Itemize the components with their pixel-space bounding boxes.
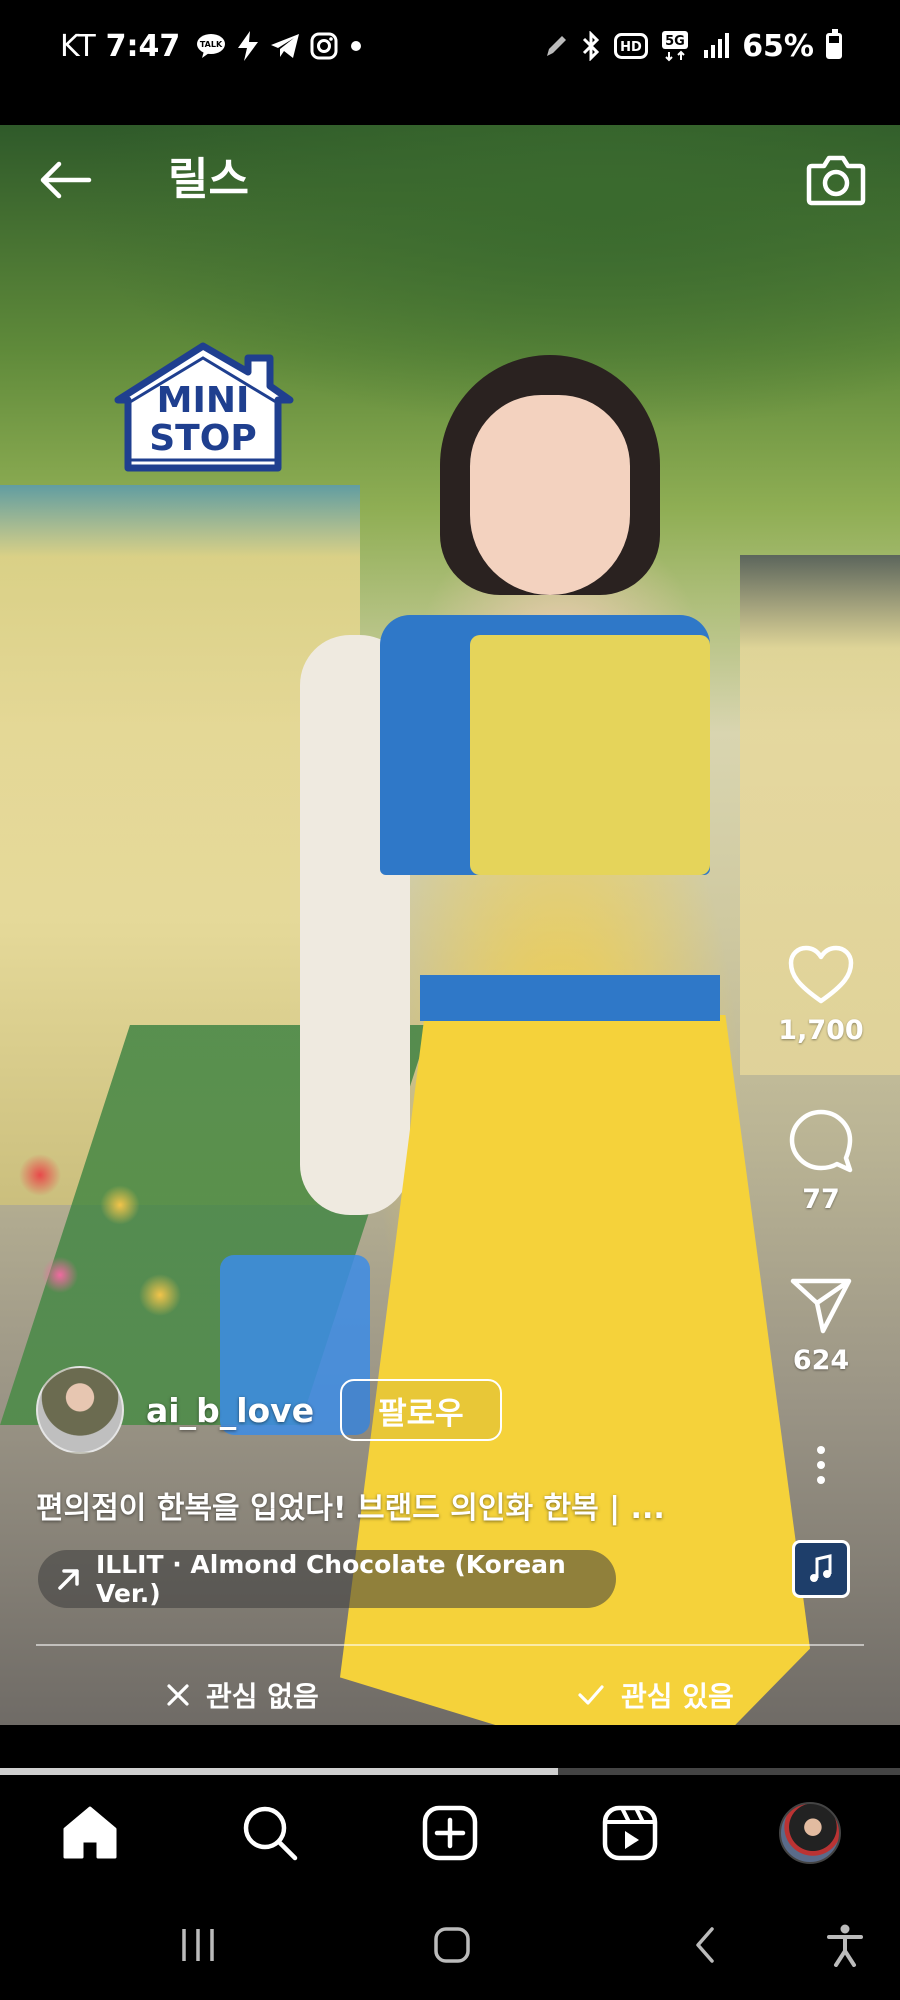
author-avatar[interactable] <box>36 1366 124 1454</box>
close-icon <box>167 1684 189 1706</box>
author-row: ai_b_love 팔로우 <box>36 1365 502 1455</box>
back-button[interactable] <box>30 145 100 215</box>
accessibility-button[interactable] <box>810 1910 880 1980</box>
instagram-icon <box>310 32 338 60</box>
not-interested-button[interactable]: 관심 없음 <box>166 1665 319 1725</box>
interested-label: 관심 있음 <box>621 1680 734 1713</box>
divider <box>36 1644 864 1646</box>
more-options-button[interactable] <box>766 1445 876 1485</box>
system-back-icon <box>696 1927 714 1963</box>
battery-percent: 65% <box>742 28 814 64</box>
audio-button[interactable] <box>766 1540 876 1598</box>
interested-button[interactable]: 관심 있음 <box>577 1665 734 1725</box>
hd-icon: HD <box>614 33 649 59</box>
battery-icon <box>826 29 842 59</box>
music-note-icon <box>810 1554 832 1582</box>
like-count: 1,700 <box>778 1015 864 1046</box>
talk-icon: TALK <box>196 33 226 59</box>
net-label: 5G <box>665 34 685 49</box>
subject-face <box>470 395 630 595</box>
trend-arrow-icon <box>56 1566 82 1592</box>
bottom-nav <box>0 1775 900 1890</box>
ministop-line2: STOP <box>149 418 256 459</box>
share-count: 624 <box>792 1345 850 1376</box>
recent-apps-icon <box>182 1929 214 1961</box>
subject-mesh-top <box>470 635 710 875</box>
notification-icons: TALK <box>196 31 364 61</box>
like-button[interactable] <box>788 945 854 1009</box>
reels-icon <box>602 1805 658 1861</box>
system-home-icon <box>434 1927 470 1963</box>
nav-create-button[interactable] <box>412 1795 488 1871</box>
bluetooth-icon <box>580 31 602 61</box>
svg-text:TALK: TALK <box>200 40 223 49</box>
page-title: 릴스 <box>168 154 249 205</box>
camera-icon <box>806 155 866 206</box>
subject-belt <box>420 975 720 1021</box>
status-right: HD 5G 65% <box>544 26 842 66</box>
not-interested-label: 관심 없음 <box>206 1680 319 1713</box>
pen-icon <box>544 33 568 59</box>
share-button[interactable] <box>789 1275 853 1339</box>
telegram-icon <box>270 33 300 59</box>
hd-label: HD <box>620 40 642 55</box>
follow-button[interactable]: 팔로우 <box>340 1379 502 1441</box>
more-vertical-icon <box>817 1446 825 1484</box>
status-bar: KT 7:47 TALK HD 5G 65% <box>0 0 900 125</box>
home-icon <box>63 1806 117 1859</box>
nav-reels-button[interactable] <box>592 1795 668 1871</box>
music-pill[interactable]: ILLIT · Almond Chocolate (Korean Ver.) <box>38 1550 616 1608</box>
comment-count: 77 <box>802 1184 840 1215</box>
video-progress-fill <box>0 1768 558 1775</box>
post-caption[interactable]: 편의점이 한복을 입었다! 브랜드 의인화 한복 | ... <box>36 1483 756 1527</box>
video-progress-bar[interactable] <box>0 1768 900 1775</box>
audio-thumbnail <box>792 1540 850 1598</box>
ministop-logo: MINI STOP <box>114 342 294 472</box>
reels-header: 릴스 <box>0 125 900 235</box>
ministop-line1: MINI <box>157 380 250 421</box>
author-username[interactable]: ai_b_love <box>146 1391 314 1430</box>
interest-row: 관심 없음 관심 있음 <box>0 1665 900 1725</box>
system-home-button[interactable] <box>417 1910 487 1980</box>
comment-icon <box>789 1109 853 1173</box>
search-icon <box>243 1806 298 1861</box>
nav-search-button[interactable] <box>232 1795 308 1871</box>
accessibility-icon <box>827 1924 863 1967</box>
share-action: 624 <box>766 1275 876 1376</box>
dot-icon <box>348 38 364 54</box>
system-nav-bar <box>0 1890 900 2000</box>
carrier-label: KT <box>60 28 96 64</box>
camera-button[interactable] <box>798 141 874 217</box>
like-action: 1,700 <box>766 945 876 1046</box>
comment-button[interactable] <box>788 1108 854 1178</box>
nav-profile-button[interactable] <box>772 1795 848 1871</box>
system-back-button[interactable] <box>670 1910 740 1980</box>
clock: 7:47 <box>105 28 181 64</box>
music-title: ILLIT · Almond Chocolate (Korean Ver.) <box>96 1550 566 1608</box>
add-icon <box>422 1805 478 1861</box>
back-arrow-icon <box>40 161 92 199</box>
recent-apps-button[interactable] <box>163 1910 233 1980</box>
bolt-icon <box>236 31 260 61</box>
nav-home-button[interactable] <box>52 1795 128 1871</box>
comment-action: 77 <box>766 1108 876 1215</box>
send-icon <box>790 1278 852 1334</box>
heart-icon <box>788 945 854 1004</box>
check-icon <box>578 1685 604 1705</box>
status-left: KT 7:47 TALK <box>60 26 364 66</box>
profile-avatar <box>779 1802 841 1864</box>
5g-icon: 5G <box>660 30 690 62</box>
background-flowers <box>0 1135 230 1365</box>
signal-icon <box>702 32 730 60</box>
